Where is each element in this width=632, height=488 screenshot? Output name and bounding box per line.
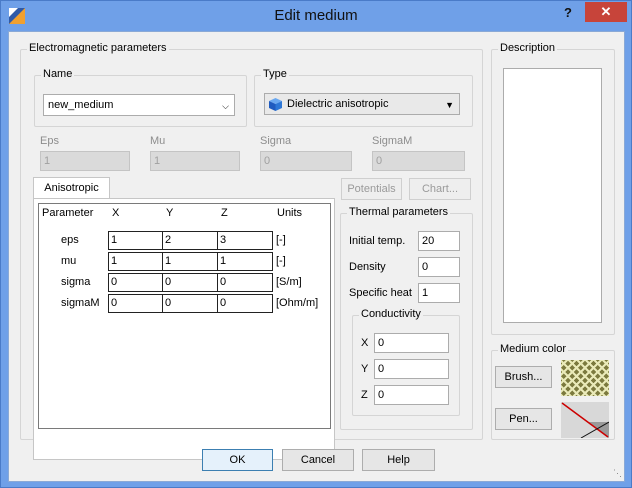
chart-button[interactable]: Chart... <box>409 178 471 200</box>
row-label-eps: eps <box>61 234 79 246</box>
dialog-client-area: Electromagnetic parameters Name new_medi… <box>8 31 625 482</box>
cancel-button[interactable]: Cancel <box>282 449 354 471</box>
col-header-x: X <box>112 207 120 219</box>
window-title: Edit medium <box>274 7 358 24</box>
cell-sigma-y[interactable]: 0 <box>162 273 218 292</box>
tab-anisotropic[interactable]: Anisotropic <box>33 177 110 199</box>
cell-sigmam-y[interactable]: 0 <box>162 294 218 313</box>
conductivity-z-field[interactable]: 0 <box>374 385 449 405</box>
col-header-units: Units <box>277 207 303 219</box>
sigmam-field[interactable]: 0 <box>372 151 465 171</box>
row-label-mu: mu <box>61 255 77 267</box>
conductivity-title: Conductivity <box>359 308 423 320</box>
cell-sigmam-z[interactable]: 0 <box>217 294 273 313</box>
eps-label: Eps <box>40 135 59 147</box>
type-label: Type <box>261 68 289 80</box>
sigma-label: Sigma <box>260 135 292 147</box>
cell-mu-z[interactable]: 1 <box>217 252 273 271</box>
mu-field[interactable]: 1 <box>150 151 240 171</box>
resize-grip-icon[interactable]: ⋱ <box>613 468 622 479</box>
dropdown-arrow-icon: ▼ <box>445 100 454 110</box>
cell-eps-y[interactable]: 2 <box>162 231 218 250</box>
row-label-sigma: sigma <box>61 276 91 288</box>
cell-mu-x[interactable]: 1 <box>108 252 163 271</box>
sigmam-label: SigmaM <box>372 135 413 147</box>
col-header-parameter: Parameter <box>42 207 94 219</box>
density-label: Density <box>349 261 386 273</box>
anisotropic-tab-pane: Parameter X Y Z Units eps 1 2 3 [-] mu 1… <box>33 198 335 460</box>
electromagnetic-parameters-title: Electromagnetic parameters <box>27 42 169 54</box>
specific-heat-label: Specific heat <box>349 287 412 299</box>
unit-eps: [-] <box>276 234 286 246</box>
medium-color-title: Medium color <box>498 343 569 355</box>
chevron-down-icon: ⌵ <box>222 101 229 111</box>
sigma-field[interactable]: 0 <box>260 151 352 171</box>
conductivity-x-label: X <box>361 337 369 349</box>
cell-sigma-z[interactable]: 0 <box>217 273 273 292</box>
help-title-button[interactable]: ? <box>561 5 575 23</box>
description-textarea[interactable] <box>503 68 602 323</box>
edit-medium-dialog: Edit medium ? ✕ Electromagnetic paramete… <box>0 0 632 488</box>
thermal-parameters-title: Thermal parameters <box>347 206 451 218</box>
title-bar[interactable]: Edit medium ? ✕ <box>1 1 631 31</box>
col-header-y: Y <box>166 207 174 219</box>
pen-button[interactable]: Pen... <box>495 408 552 430</box>
brush-button[interactable]: Brush... <box>495 366 552 388</box>
unit-mu: [-] <box>276 255 286 267</box>
cell-eps-z[interactable]: 3 <box>217 231 273 250</box>
specific-heat-field[interactable]: 1 <box>418 283 460 303</box>
initial-temp-label: Initial temp. <box>349 235 406 247</box>
mu-label: Mu <box>150 135 166 147</box>
cell-sigma-x[interactable]: 0 <box>108 273 163 292</box>
cell-sigmam-x[interactable]: 0 <box>108 294 163 313</box>
conductivity-z-label: Z <box>361 389 368 401</box>
unit-sigmam: [Ohm/m] <box>276 297 319 309</box>
potentials-button[interactable]: Potentials <box>341 178 402 200</box>
row-label-sigmam: sigmaM <box>61 297 100 309</box>
name-value: new_medium <box>48 99 114 111</box>
type-value: Dielectric anisotropic <box>287 98 389 110</box>
description-title: Description <box>498 42 558 54</box>
pen-color-swatch <box>561 402 609 438</box>
ok-button[interactable]: OK <box>202 449 273 471</box>
conductivity-y-field[interactable]: 0 <box>374 359 449 379</box>
brush-color-swatch <box>561 360 609 396</box>
density-field[interactable]: 0 <box>418 257 460 277</box>
eps-field[interactable]: 1 <box>40 151 130 171</box>
col-header-z: Z <box>221 207 228 219</box>
cell-mu-y[interactable]: 1 <box>162 252 218 271</box>
type-combobox[interactable]: Dielectric anisotropic ▼ <box>264 93 460 115</box>
cell-eps-x[interactable]: 1 <box>108 231 163 250</box>
conductivity-y-label: Y <box>361 363 369 375</box>
help-button[interactable]: Help <box>362 449 435 471</box>
cube-icon <box>269 98 282 111</box>
name-label: Name <box>41 68 75 80</box>
initial-temp-field[interactable]: 20 <box>418 231 460 251</box>
close-button[interactable]: ✕ <box>585 2 627 22</box>
unit-sigma: [S/m] <box>276 276 302 288</box>
name-combobox[interactable]: new_medium ⌵ <box>43 94 235 116</box>
conductivity-x-field[interactable]: 0 <box>374 333 449 353</box>
anisotropic-table: Parameter X Y Z Units eps 1 2 3 [-] mu 1… <box>38 203 331 429</box>
